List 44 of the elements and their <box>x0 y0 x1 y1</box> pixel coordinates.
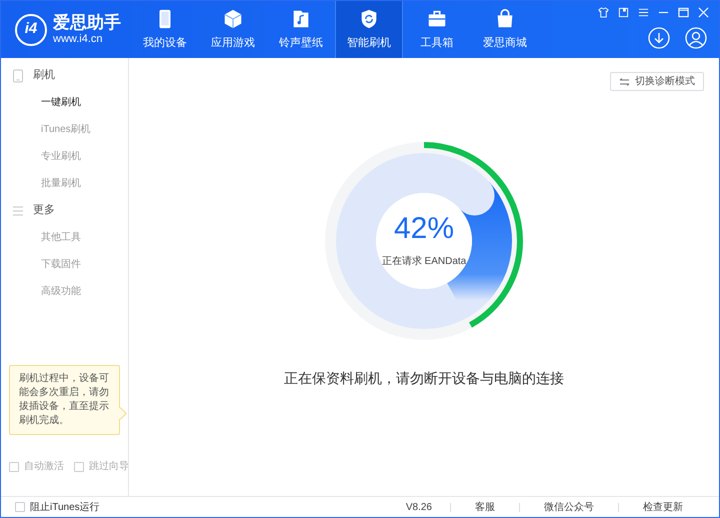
nav-tab[interactable]: 爱思商城 <box>471 1 539 58</box>
sidebar-item[interactable]: 高级功能 <box>41 284 81 299</box>
checkbox-label: 跳过向导 <box>89 460 129 474</box>
tablet-icon <box>11 68 25 82</box>
nav-tab[interactable]: 智能刷机 <box>335 1 403 58</box>
close-icon[interactable] <box>698 7 709 18</box>
sidebar-item[interactable]: 其他工具 <box>41 230 81 245</box>
user-icon[interactable] <box>685 27 707 49</box>
nav-tab[interactable]: 工具箱 <box>403 1 471 58</box>
progress-status: 正在请求 EANData <box>382 254 466 268</box>
checkbox[interactable] <box>74 462 84 472</box>
sidebar-group-label[interactable]: 刷机 <box>33 67 55 84</box>
sidebar-group-label[interactable]: 更多 <box>33 202 55 219</box>
nav-tab[interactable]: 应用游戏 <box>199 1 267 58</box>
checkbox-label: 阻止iTunes运行 <box>30 500 100 514</box>
sidebar-item[interactable]: iTunes刷机 <box>41 122 91 137</box>
download-icon[interactable] <box>648 27 670 49</box>
checkbox[interactable] <box>9 462 19 472</box>
version-label: V8.26 <box>404 500 433 514</box>
footer-link[interactable]: 微信公众号 <box>520 500 618 514</box>
flash-message: 正在保资料刷机，请勿断开设备与电脑的连接 <box>284 369 564 388</box>
shirt-icon[interactable] <box>598 7 609 18</box>
logo-mark: i4 <box>15 14 47 46</box>
footer-link[interactable]: 客服 <box>451 500 519 514</box>
swap-icon <box>619 78 630 86</box>
sidebar-item[interactable]: 批量刷机 <box>41 176 81 191</box>
tip-bubble: 刷机过程中，设备可能会多次重启，请勿拔插设备，直至提示刷机完成。 <box>9 365 120 435</box>
list-icon <box>11 204 25 218</box>
sidebar-item[interactable]: 一键刷机 <box>41 95 81 110</box>
cube-icon <box>222 8 244 30</box>
sidebar-item[interactable]: 专业刷机 <box>41 149 81 164</box>
nav-tab[interactable]: 我的设备 <box>131 1 199 58</box>
progress-percent: 42% <box>394 214 454 244</box>
checkbox-label: 自动激活 <box>24 460 64 474</box>
nav-tab[interactable]: 铃声壁纸 <box>267 1 335 58</box>
footer-link[interactable]: 检查更新 <box>619 500 707 514</box>
checkbox[interactable] <box>15 502 25 512</box>
app-name: 爱思助手 <box>53 12 121 34</box>
menu-icon[interactable] <box>638 7 649 18</box>
maximize-icon[interactable] <box>678 7 689 18</box>
mode-switch-button[interactable]: 切换诊断模式 <box>610 72 704 91</box>
app-url: www.i4.cn <box>53 33 104 47</box>
save-icon[interactable] <box>618 7 629 18</box>
sidebar-item[interactable]: 下载固件 <box>41 257 81 272</box>
